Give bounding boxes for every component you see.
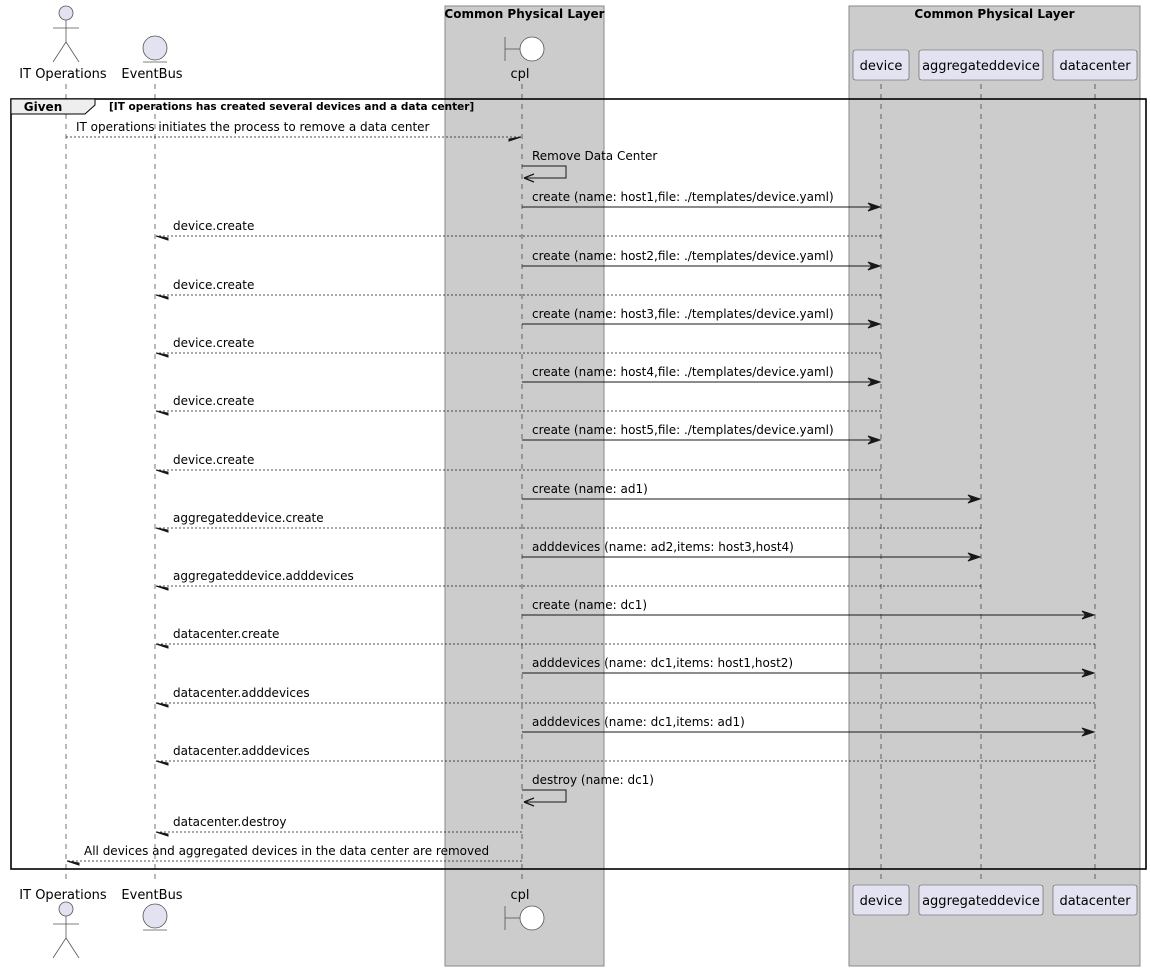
participant-aggregateddevice-top[interactable]: aggregateddevice (918, 49, 1044, 81)
participant-label: device (860, 894, 903, 909)
participant-label: aggregateddevice (922, 894, 1040, 909)
message-label: adddevices (name: dc1,items: host1,host2… (532, 656, 793, 670)
arrow-head (155, 585, 169, 591)
message-label: device.create (173, 453, 254, 467)
message-label: datacenter.adddevices (173, 744, 310, 758)
participant-device-bottom[interactable]: device (852, 884, 910, 916)
participant-device-top[interactable]: device (852, 49, 910, 81)
message-label: create (name: dc1) (532, 598, 647, 612)
actor-icon (52, 901, 80, 959)
message-label: aggregateddevice.create (173, 511, 324, 525)
group-keyword: Given (24, 100, 62, 114)
message-label: datacenter.create (173, 627, 279, 641)
participant-label: EventBus (121, 67, 182, 82)
group-condition: [IT operations has created several devic… (109, 101, 474, 113)
message-label: device.create (173, 278, 254, 292)
participant-label: IT Operations (19, 888, 107, 903)
participant-label: EventBus (121, 888, 182, 903)
participant-datacenter-bottom[interactable]: datacenter (1052, 884, 1138, 916)
message-label: Remove Data Center (532, 149, 657, 163)
arrow-head (155, 352, 169, 358)
arrow-head (155, 702, 169, 708)
message-label: adddevices (name: ad2,items: host3,host4… (532, 540, 794, 554)
message-label: adddevices (name: dc1,items: ad1) (532, 715, 745, 729)
participant-itops-bottom[interactable]: IT Operations (19, 888, 107, 959)
participant-label: cpl (510, 888, 529, 903)
box-background (848, 5, 1141, 967)
participant-label: device (860, 59, 903, 74)
message-label: device.create (173, 219, 254, 233)
message-label: device.create (173, 394, 254, 408)
arrow-head (155, 527, 169, 533)
arrow-head (155, 294, 169, 300)
participant-label: aggregateddevice (922, 59, 1040, 74)
message-label: create (name: host2,file: ./templates/de… (532, 249, 834, 263)
participant-label: datacenter (1059, 59, 1131, 74)
participant-label: cpl (510, 67, 529, 82)
arrow-head (155, 643, 169, 649)
message-label: device.create (173, 336, 254, 350)
box-title: Common Physical Layer (444, 7, 604, 21)
sequence-diagram: Common Physical Layer Common Physical Lay… (10, 5, 1147, 967)
participant-label: datacenter (1059, 894, 1131, 909)
arrow-head (155, 235, 169, 241)
participant-eventbus-top[interactable]: EventBus (121, 35, 183, 82)
message-label: create (name: host1,file: ./templates/de… (532, 190, 834, 204)
box-title: Common Physical Layer (914, 7, 1074, 21)
message-label: create (name: host5,file: ./templates/de… (532, 423, 834, 437)
participant-box: Common Physical Layer (848, 5, 1141, 967)
message-label: destroy (name: dc1) (532, 773, 654, 787)
arrow-head (155, 410, 169, 416)
message-label: aggregateddevice.adddevices (173, 569, 354, 583)
participant-label: IT Operations (19, 67, 107, 82)
arrow-head (155, 760, 169, 766)
participant-eventbus-bottom[interactable]: EventBus (121, 888, 183, 931)
message-label: create (name: ad1) (532, 482, 648, 496)
participant-itops-top[interactable]: IT Operations (19, 5, 107, 82)
message-label: create (name: host3,file: ./templates/de… (532, 307, 834, 321)
arrow-head (155, 831, 169, 837)
actor-icon (52, 5, 80, 63)
message-label: create (name: host4,file: ./templates/de… (532, 365, 834, 379)
arrow-head (66, 860, 80, 866)
message-label: All devices and aggregated devices in th… (84, 844, 489, 858)
arrow-head (155, 469, 169, 475)
entity-icon (142, 35, 168, 63)
message-label: datacenter.adddevices (173, 686, 310, 700)
message-label: IT operations initiates the process to r… (76, 120, 430, 134)
participant-datacenter-top[interactable]: datacenter (1052, 49, 1138, 81)
message-label: datacenter.destroy (173, 815, 286, 829)
participant-aggregateddevice-bottom[interactable]: aggregateddevice (918, 884, 1044, 916)
entity-icon (142, 903, 168, 931)
